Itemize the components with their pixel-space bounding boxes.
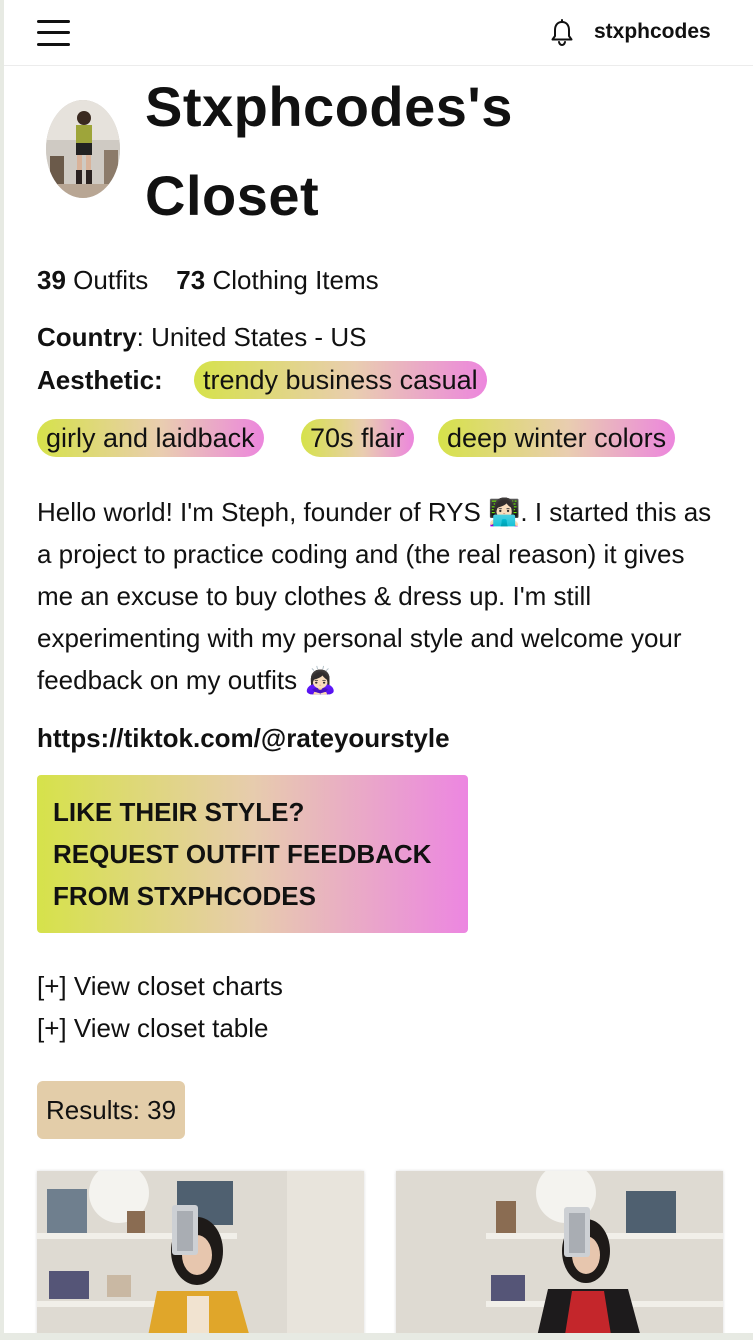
outfit-photo (396, 1171, 723, 1333)
bell-icon[interactable] (549, 19, 575, 47)
profile-link[interactable]: https://tiktok.com/@rateyourstyle (37, 720, 450, 756)
profile-avatar (46, 100, 120, 198)
profile-bio: Hello world! I'm Steph, founder of RYS 👩… (37, 497, 712, 695)
items-count: 73 (176, 265, 206, 295)
outfits-count: 39 (37, 265, 66, 295)
outfits-label: Outfits (73, 265, 149, 295)
view-closet-table-toggle[interactable]: [+] View closet table (37, 1010, 269, 1046)
request-feedback-button[interactable]: LIKE THEIR STYLE? REQUEST OUTFIT FEEDBAC… (37, 775, 468, 933)
country-label: Country (37, 322, 137, 352)
username-link[interactable]: stxphcodes (594, 20, 711, 44)
results-badge: Results: 39 (37, 1081, 186, 1139)
cta-line2: REQUEST OUTFIT FEEDBACK (53, 839, 432, 869)
view-closet-charts-toggle[interactable]: [+] View closet charts (37, 968, 283, 1004)
aesthetic-tag[interactable]: girly and laidback (37, 419, 264, 457)
closet-page: stxphcodes Stxphcodes's Closet 39 Outfit… (4, 0, 753, 1333)
outfit-card[interactable] (396, 1171, 723, 1333)
top-navigation-bar: stxphcodes (4, 0, 753, 66)
hamburger-menu-icon[interactable] (37, 19, 70, 47)
outfit-card[interactable] (37, 1171, 364, 1333)
cta-line3: FROM STXPHCODES (53, 881, 316, 911)
country-value: : United States - US (136, 322, 367, 352)
aesthetic-tag[interactable]: 70s flair (301, 419, 414, 457)
closet-title-line1: Stxphcodes's (145, 75, 513, 138)
country-row: Country: United States - US (37, 320, 366, 354)
items-label: Clothing Items (212, 265, 379, 295)
cta-line1: LIKE THEIR STYLE? (53, 797, 305, 827)
aesthetic-tag[interactable]: deep winter colors (438, 419, 676, 457)
outfit-photo (37, 1171, 364, 1333)
closet-title-line2: Closet (145, 164, 320, 227)
closet-stats: 39 Outfits 73 Clothing Items (37, 263, 379, 297)
aesthetic-label: Aesthetic: (37, 365, 163, 395)
aesthetic-tag[interactable]: trendy business casual (194, 361, 487, 399)
closet-title: Stxphcodes's Closet (145, 62, 513, 240)
